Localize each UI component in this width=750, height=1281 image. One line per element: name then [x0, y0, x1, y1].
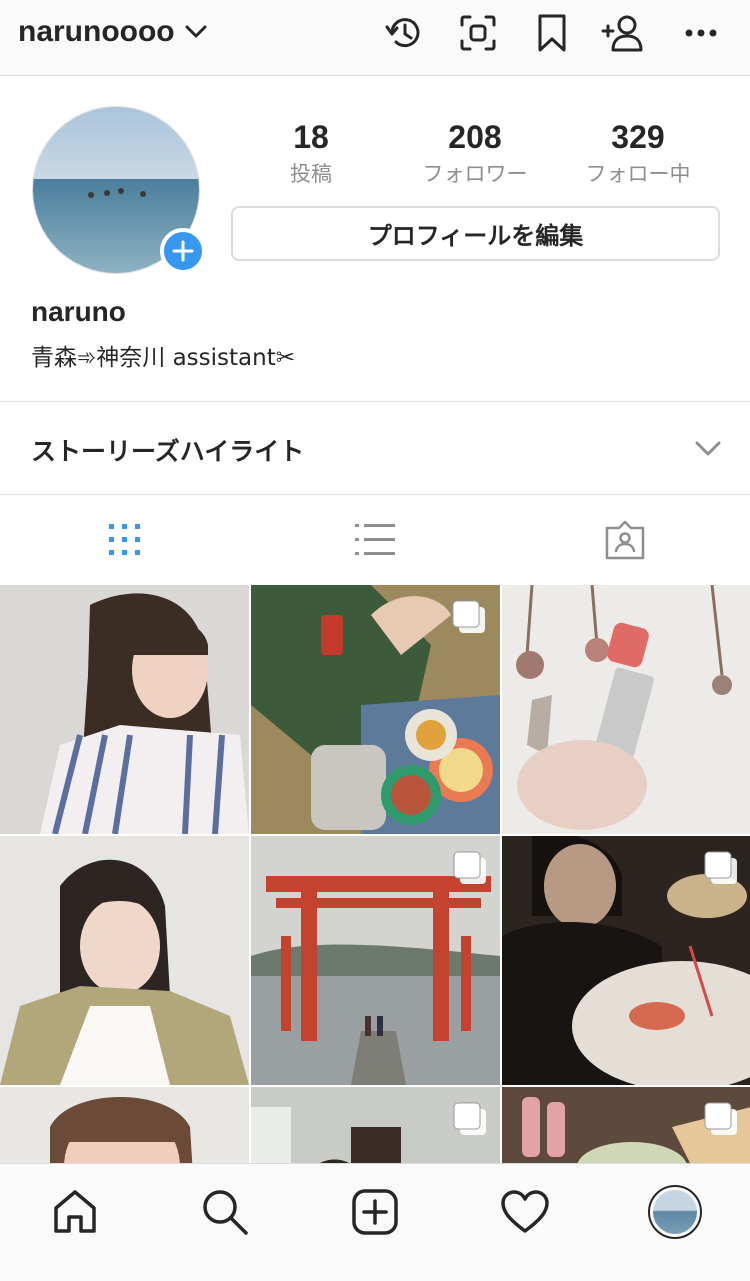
add-post-icon: [352, 1189, 398, 1235]
nav-search[interactable]: [195, 1182, 255, 1242]
bio-text: 青森➾神奈川 assistant✂︎: [31, 345, 295, 371]
following-count-value: 329: [611, 119, 665, 155]
multiple-photos-icon: [452, 600, 485, 633]
multiple-photos-icon: [704, 1102, 737, 1135]
nav-home[interactable]: [45, 1182, 105, 1242]
tab-grid[interactable]: [0, 495, 250, 585]
qr-scan-icon[interactable]: [453, 8, 503, 58]
post-thumbnail[interactable]: [0, 836, 249, 1085]
profile-tabs: [0, 495, 750, 585]
post-thumbnail[interactable]: [251, 836, 500, 1085]
posts-count-value: 18: [293, 119, 329, 155]
posts-count-label: 投稿: [290, 162, 332, 186]
following-count[interactable]: 329 フォロー中: [558, 118, 718, 188]
nav-profile[interactable]: [645, 1182, 705, 1242]
activity-heart-icon: [501, 1190, 549, 1233]
bookmark-icon[interactable]: [527, 8, 577, 58]
followers-count-value: 208: [448, 119, 502, 155]
add-story-button[interactable]: [160, 228, 206, 274]
multiple-photos-icon: [704, 851, 737, 884]
display-name: naruno: [31, 296, 126, 327]
list-icon: [355, 524, 395, 555]
history-icon[interactable]: [379, 8, 429, 58]
edit-profile-button[interactable]: プロフィールを編集: [231, 206, 720, 261]
top-bar: narunoooo: [0, 0, 750, 76]
followers-count-label: フォロワー: [422, 162, 528, 186]
tagged-icon: [605, 520, 645, 560]
more-icon[interactable]: [676, 8, 726, 58]
followers-count[interactable]: 208 フォロワー: [395, 118, 555, 188]
tab-list[interactable]: [250, 495, 500, 585]
post-thumbnail[interactable]: [502, 585, 750, 834]
nav-activity[interactable]: [495, 1182, 555, 1242]
story-highlights-toggle[interactable]: ストーリーズハイライト: [0, 402, 750, 494]
story-highlights-title: ストーリーズハイライト: [31, 437, 305, 466]
profile-avatar-wrapper[interactable]: [32, 106, 206, 274]
username: narunoooo: [18, 15, 175, 48]
profile-avatar: [648, 1185, 702, 1239]
account-switcher[interactable]: narunoooo: [18, 12, 207, 52]
chevron-down-icon: [695, 441, 721, 456]
search-icon: [203, 1190, 248, 1235]
post-thumbnail[interactable]: [502, 836, 750, 1085]
posts-count[interactable]: 18 投稿: [231, 118, 391, 188]
home-icon: [54, 1190, 96, 1233]
tab-tagged[interactable]: [500, 495, 750, 585]
bottom-navigation: [0, 1163, 750, 1281]
multiple-photos-icon: [453, 851, 486, 884]
nav-create[interactable]: [345, 1182, 405, 1242]
multiple-photos-icon: [453, 1102, 486, 1135]
following-count-label: フォロー中: [585, 162, 691, 186]
chevron-down-icon: [185, 25, 207, 38]
add-person-icon[interactable]: [598, 8, 648, 58]
grid-icon: [109, 524, 140, 555]
plus-icon: [172, 240, 194, 262]
post-grid: [0, 585, 750, 1195]
post-thumbnail[interactable]: [0, 585, 249, 834]
